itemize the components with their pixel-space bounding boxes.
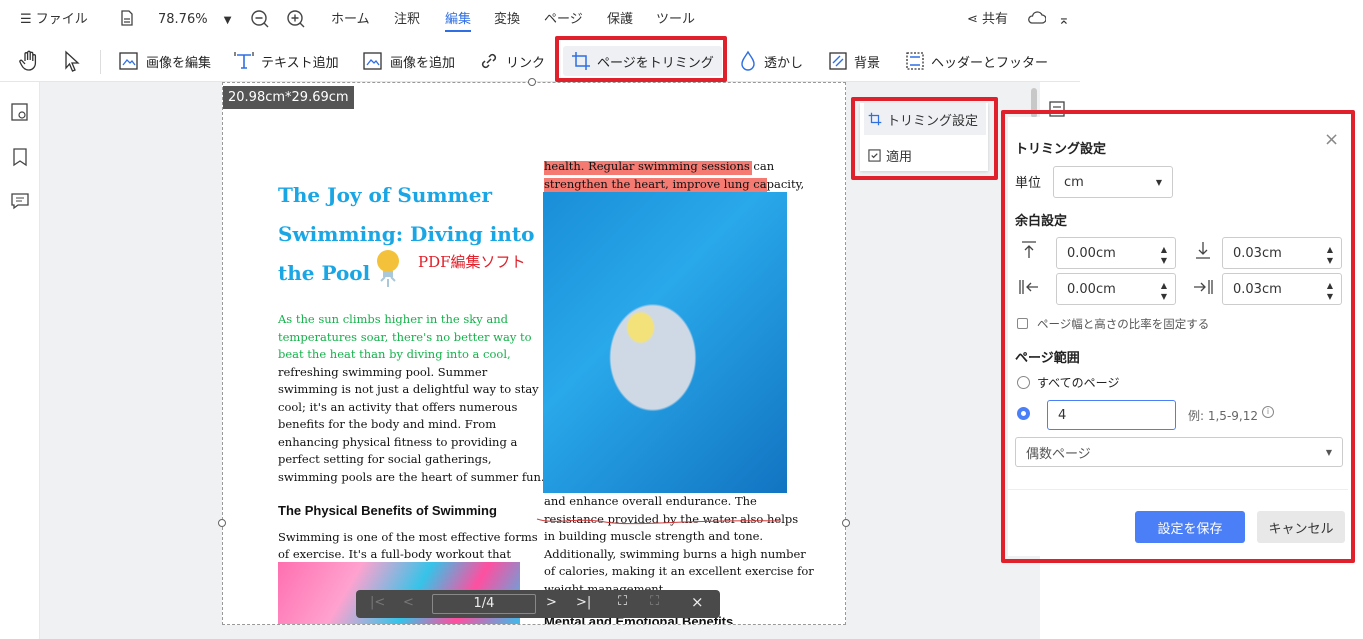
add-text-button[interactable]: テキスト追加 bbox=[233, 46, 339, 76]
page-view-icon[interactable] bbox=[120, 10, 134, 32]
intro-line: enhancing physical fitness to providing … bbox=[278, 434, 518, 449]
swimming-pool-image bbox=[543, 192, 787, 493]
next-page-icon[interactable]: > bbox=[546, 595, 557, 610]
file-menu[interactable]: ☰ ファイル bbox=[20, 10, 88, 32]
panel-highlight bbox=[1001, 110, 1355, 563]
pdf-page[interactable]: The Joy of Summer Swimming: Diving into … bbox=[222, 82, 846, 625]
share-button[interactable]: ⋖ 共有 bbox=[967, 10, 1008, 32]
link-button[interactable]: リンク bbox=[478, 46, 545, 76]
collapse-ribbon-icon[interactable]: ⌅ bbox=[1058, 10, 1070, 32]
intro-line: cool; it's an activity that offers numer… bbox=[278, 399, 518, 414]
doc-title-line-3: the Pool bbox=[278, 261, 371, 285]
link-label: リンク bbox=[506, 55, 546, 71]
page-dimension-label: 20.98cm*29.69cm bbox=[223, 86, 354, 109]
close-icon[interactable]: × bbox=[691, 593, 704, 611]
right-col-line: strengthen the heart, improve lung capac… bbox=[544, 176, 805, 191]
tab-annotate[interactable]: 注釈 bbox=[394, 10, 420, 32]
intro-line: benefits for the body and mind. From bbox=[278, 417, 497, 431]
crop-menu-highlight bbox=[851, 97, 998, 180]
background-button[interactable]: 背景 bbox=[828, 46, 880, 76]
body-line: of exercise. It's a full-body workout th… bbox=[278, 547, 512, 561]
prev-page-icon[interactable]: < bbox=[403, 595, 414, 610]
crop-button-highlight bbox=[555, 36, 727, 82]
add-image-label: 画像を追加 bbox=[390, 55, 456, 71]
menu-bar: ☰ ファイル 78.76% ▼ ホーム 注釈 編集 変換 ページ 保護 ツール … bbox=[0, 0, 1080, 40]
zoom-value: 78.76% bbox=[158, 12, 208, 27]
right-col-line: of calories, making it an excellent exer… bbox=[544, 564, 814, 578]
edit-toolbar: 画像を編集 テキスト追加 画像を追加 リンク ページをトリミング 透かし 背景 bbox=[0, 40, 1080, 82]
crop-handle[interactable] bbox=[218, 519, 226, 527]
app-window: ☰ ファイル 78.76% ▼ ホーム 注釈 編集 変換 ページ 保護 ツール … bbox=[0, 0, 1363, 639]
image-edit-icon bbox=[119, 52, 138, 70]
bookmark-icon[interactable] bbox=[11, 147, 29, 171]
cloud-icon[interactable] bbox=[1028, 10, 1047, 32]
right-col-line: health. Regular swimming sessions can bbox=[544, 159, 775, 173]
header-footer-label: ヘッダーとフッター bbox=[931, 55, 1049, 71]
left-sidebar bbox=[0, 82, 40, 639]
intro-line: perfect setting for social gatherings, bbox=[278, 452, 492, 466]
zoom-in-icon[interactable] bbox=[287, 10, 305, 32]
chevron-down-icon: ▼ bbox=[223, 15, 232, 26]
watermark-button[interactable]: 透かし bbox=[738, 46, 803, 76]
right-col-line: and enhance overall endurance. The bbox=[544, 494, 757, 508]
first-page-icon[interactable]: |< bbox=[370, 595, 385, 610]
intro-line: As the sun climbs higher in the sky and bbox=[278, 312, 509, 326]
link-icon bbox=[481, 53, 497, 69]
tab-edit[interactable]: 編集 bbox=[445, 10, 472, 32]
share-icon: ⋖ bbox=[967, 12, 978, 27]
header-footer-icon bbox=[906, 52, 924, 70]
fit-width-icon[interactable]: ⛶ bbox=[618, 594, 627, 609]
tab-page[interactable]: ページ bbox=[544, 10, 583, 32]
edit-image-button[interactable]: 画像を編集 bbox=[118, 46, 211, 76]
underline-annotation bbox=[536, 518, 782, 525]
page-navigation-bar: |< < 1/4 > >| ⛶ ⛶ × bbox=[356, 590, 720, 618]
right-col-line: Additionally, swimming burns a high numb… bbox=[544, 546, 806, 561]
doc-title-line-1: The Joy of Summer bbox=[278, 183, 492, 207]
tab-home[interactable]: ホーム bbox=[331, 10, 370, 32]
intro-line: refreshing swimming pool. Summer bbox=[278, 364, 488, 379]
select-tool-icon[interactable] bbox=[62, 46, 82, 76]
fit-page-icon[interactable]: ⛶ bbox=[650, 594, 659, 609]
last-page-icon[interactable]: >| bbox=[576, 595, 591, 610]
doc-title-line-2: Swimming: Diving into bbox=[278, 222, 535, 246]
background-label: 背景 bbox=[854, 55, 881, 71]
tab-tools[interactable]: ツール bbox=[656, 10, 695, 32]
toolbar-divider bbox=[100, 50, 101, 74]
section-heading: The Physical Benefits of Swimming bbox=[278, 503, 497, 518]
body-line: Swimming is one of the most effective fo… bbox=[278, 530, 538, 544]
zoom-select[interactable]: 78.76% ▼ bbox=[158, 10, 231, 32]
file-menu-label: ファイル bbox=[35, 12, 88, 27]
tab-protect[interactable]: 保護 bbox=[607, 10, 633, 32]
watermark-icon bbox=[741, 50, 755, 71]
tab-convert[interactable]: 変換 bbox=[494, 10, 520, 32]
lightbulb-icon bbox=[373, 247, 403, 291]
text-icon bbox=[234, 52, 254, 69]
hand-tool-icon[interactable] bbox=[18, 46, 40, 76]
image-add-icon bbox=[363, 52, 382, 70]
zoom-out-icon[interactable] bbox=[251, 10, 269, 32]
hamburger-icon: ☰ bbox=[20, 12, 32, 27]
background-icon bbox=[829, 52, 847, 70]
page-number-input[interactable]: 1/4 bbox=[432, 594, 536, 614]
intro-line: temperatures soar, there's no better way… bbox=[278, 329, 532, 344]
add-image-button[interactable]: 画像を追加 bbox=[362, 46, 455, 76]
watermark-label: 透かし bbox=[764, 55, 804, 71]
header-footer-button[interactable]: ヘッダーとフッター bbox=[905, 46, 1048, 76]
right-col-line: in building muscle strength and tone. bbox=[544, 529, 764, 543]
intro-line: swimming pools are the heart of summer f… bbox=[278, 469, 545, 484]
intro-line: swimming is not just a delightful way to… bbox=[278, 382, 539, 396]
crop-handle[interactable] bbox=[842, 519, 850, 527]
intro-line: beat the heat than by diving into a cool… bbox=[278, 347, 511, 361]
edit-image-label: 画像を編集 bbox=[146, 55, 212, 71]
add-text-label: テキスト追加 bbox=[261, 55, 339, 71]
text-annotation[interactable]: PDF編集ソフト bbox=[418, 251, 526, 272]
comment-icon[interactable] bbox=[10, 191, 30, 215]
thumbnail-icon[interactable] bbox=[10, 102, 30, 126]
crop-handle[interactable] bbox=[528, 78, 536, 86]
share-label: 共有 bbox=[982, 12, 1009, 27]
